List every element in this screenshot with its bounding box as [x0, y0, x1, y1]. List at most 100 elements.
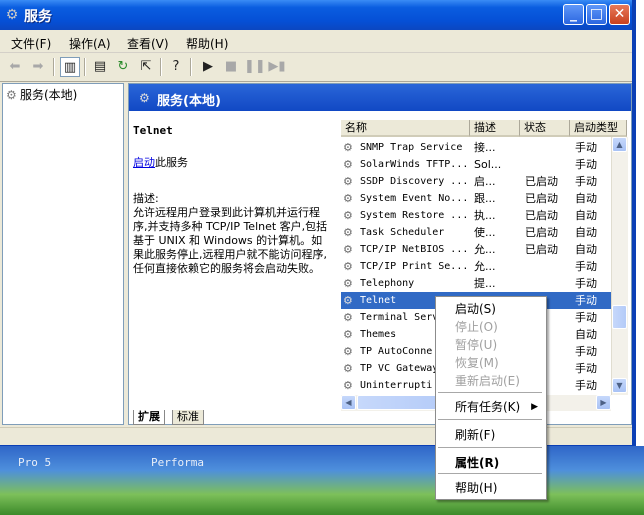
- service-gear-icon: ⚙: [343, 209, 353, 222]
- column-header-description[interactable]: 描述: [470, 120, 520, 137]
- service-row[interactable]: ⚙ SSDP Discovery ... 启... 已启动 手动: [341, 173, 611, 190]
- scroll-up-button[interactable]: ▲: [612, 137, 627, 152]
- context-menu-item-label: 帮助(H): [455, 481, 498, 495]
- vertical-scrollbar[interactable]: ▲ ▼: [611, 137, 628, 395]
- pause-service-icon[interactable]: ❚❚: [244, 57, 266, 77]
- context-menu-item-label: 启动(S): [455, 302, 496, 316]
- service-description: 跟...: [474, 192, 496, 205]
- service-row[interactable]: ⚙ Telephony 提... 手动: [341, 275, 611, 292]
- desktop-icon-label[interactable]: Performa: [151, 456, 204, 469]
- column-header-status[interactable]: 状态: [520, 120, 570, 137]
- service-gear-icon: ⚙: [343, 311, 353, 324]
- service-name: Task Scheduler: [360, 227, 445, 238]
- service-description: 允...: [474, 260, 496, 273]
- context-menu-item-label: 所有任务(K): [455, 400, 521, 414]
- context-menu: 启动(S) 停止(O) 暂停(U) 恢复(M) 重新启动(E) 所有任务(K) ▶ 刷新(F)…: [435, 296, 547, 500]
- service-row[interactable]: ⚙ Task Scheduler 使... 已启动 自动: [341, 224, 611, 241]
- service-startup-type: 手动: [575, 260, 597, 273]
- restart-service-icon[interactable]: ▶▮: [267, 57, 287, 77]
- service-startup-type: 手动: [575, 362, 597, 375]
- console-tree: ⚙ 服务(本地): [2, 83, 124, 425]
- desktop-icon-label[interactable]: Pro 5: [18, 456, 51, 469]
- menu-separator: [438, 419, 542, 420]
- context-menu-item: 恢复(M): [436, 354, 544, 372]
- minimize-button[interactable]: _: [563, 4, 584, 25]
- tree-item-services-local[interactable]: ⚙ 服务(本地): [6, 86, 77, 103]
- service-startup-type: 自动: [575, 243, 597, 256]
- menu-separator: [438, 473, 542, 474]
- service-row[interactable]: ⚙ System Event No... 跟... 已启动 自动: [341, 190, 611, 207]
- service-startup-type: 手动: [575, 141, 597, 154]
- toolbar: ⬅ ➡ ▥ ▤ ↻ ⇱ ? ▶ ■ ❚❚ ▶▮: [0, 53, 632, 82]
- service-action: 启动此服务: [133, 156, 333, 170]
- context-menu-item[interactable]: 所有任务(K) ▶: [436, 398, 544, 416]
- show-hide-tree-icon[interactable]: ▥: [60, 57, 80, 77]
- properties-icon[interactable]: ▤: [90, 57, 110, 77]
- service-row[interactable]: ⚙ System Restore ... 执... 已启动 自动: [341, 207, 611, 224]
- menu-view[interactable]: 查看(V): [127, 35, 169, 52]
- scroll-right-button[interactable]: ▶: [596, 395, 611, 410]
- service-row[interactable]: ⚙ SolarWinds TFTP... Sol... 手动: [341, 156, 611, 173]
- service-row[interactable]: ⚙ SNMP Trap Service 接... 手动: [341, 139, 611, 156]
- pane-header: ⚙ 服务(本地): [129, 84, 631, 111]
- service-startup-type: 自动: [575, 226, 597, 239]
- service-gear-icon: ⚙: [343, 379, 353, 392]
- refresh-icon[interactable]: ↻: [113, 57, 133, 77]
- menu-help[interactable]: 帮助(H): [186, 35, 228, 52]
- stop-service-icon[interactable]: ■: [221, 57, 241, 77]
- service-startup-type: 手动: [575, 158, 597, 171]
- service-row[interactable]: ⚙ TCP/IP NetBIOS ... 允... 已启动 自动: [341, 241, 611, 258]
- service-startup-type: 手动: [575, 294, 597, 307]
- menu-file[interactable]: 文件(F): [11, 35, 51, 52]
- submenu-arrow-icon: ▶: [531, 402, 538, 412]
- title-bar[interactable]: ⚙ 服务 _ □ ✕: [0, 0, 632, 30]
- tree-item-label: 服务(本地): [20, 88, 78, 102]
- service-startup-type: 自动: [575, 192, 597, 205]
- scroll-left-button[interactable]: ◀: [341, 395, 356, 410]
- service-gear-icon: ⚙: [343, 277, 353, 290]
- context-menu-item[interactable]: 启动(S): [436, 300, 544, 318]
- back-arrow-icon[interactable]: ⬅: [5, 57, 25, 77]
- column-header-startup-type[interactable]: 启动类型: [570, 120, 627, 137]
- forward-arrow-icon[interactable]: ➡: [28, 57, 48, 77]
- service-row[interactable]: ⚙ TCP/IP Print Se... 允... 手动: [341, 258, 611, 275]
- service-name: TCP/IP NetBIOS ...: [360, 244, 469, 255]
- context-menu-item[interactable]: 属性(R): [436, 454, 544, 472]
- scroll-down-button[interactable]: ▼: [612, 378, 627, 393]
- toolbar-separator: [84, 58, 86, 76]
- context-menu-item-label: 暂停(U): [455, 338, 498, 352]
- export-list-icon[interactable]: ⇱: [136, 57, 156, 77]
- close-button[interactable]: ✕: [609, 4, 630, 25]
- vertical-scroll-thumb[interactable]: [612, 305, 627, 329]
- service-startup-type: 手动: [575, 311, 597, 324]
- service-gear-icon: ⚙: [343, 362, 353, 375]
- service-name: System Event No...: [360, 193, 469, 204]
- start-service-link[interactable]: 启动: [133, 156, 155, 169]
- tab-extended[interactable]: 扩展: [133, 410, 165, 425]
- pane-header-title: 服务(本地): [157, 94, 221, 109]
- service-gear-icon: ⚙: [343, 243, 353, 256]
- service-startup-type: 手动: [575, 345, 597, 358]
- tab-standard[interactable]: 标准: [172, 410, 204, 425]
- help-icon[interactable]: ?: [166, 57, 186, 77]
- window-title: 服务: [24, 9, 52, 25]
- column-header-name[interactable]: 名称: [341, 120, 470, 137]
- service-description: 执...: [474, 209, 496, 222]
- service-gear-icon: ⚙: [343, 226, 353, 239]
- service-description: Sol...: [474, 158, 502, 171]
- service-status: 已启动: [525, 226, 558, 239]
- maximize-button[interactable]: □: [586, 4, 607, 25]
- context-menu-item-label: 刷新(F): [455, 428, 496, 442]
- service-gear-icon: ⚙: [343, 328, 353, 341]
- context-menu-item[interactable]: 帮助(H): [436, 479, 544, 497]
- service-gear-icon: ⚙: [343, 141, 353, 154]
- service-description-text: 允许远程用户登录到此计算机并运行程序,并支持多种 TCP/IP Telnet 客…: [133, 206, 328, 275]
- context-menu-item[interactable]: 刷新(F): [436, 426, 544, 444]
- service-name: Telephony: [360, 278, 415, 289]
- service-name: SNMP Trap Service: [360, 142, 463, 153]
- service-description: 允...: [474, 243, 496, 256]
- toolbar-separator: [190, 58, 192, 76]
- desktop-background: [0, 446, 644, 515]
- menu-action[interactable]: 操作(A): [69, 35, 111, 52]
- start-service-icon[interactable]: ▶: [198, 57, 218, 77]
